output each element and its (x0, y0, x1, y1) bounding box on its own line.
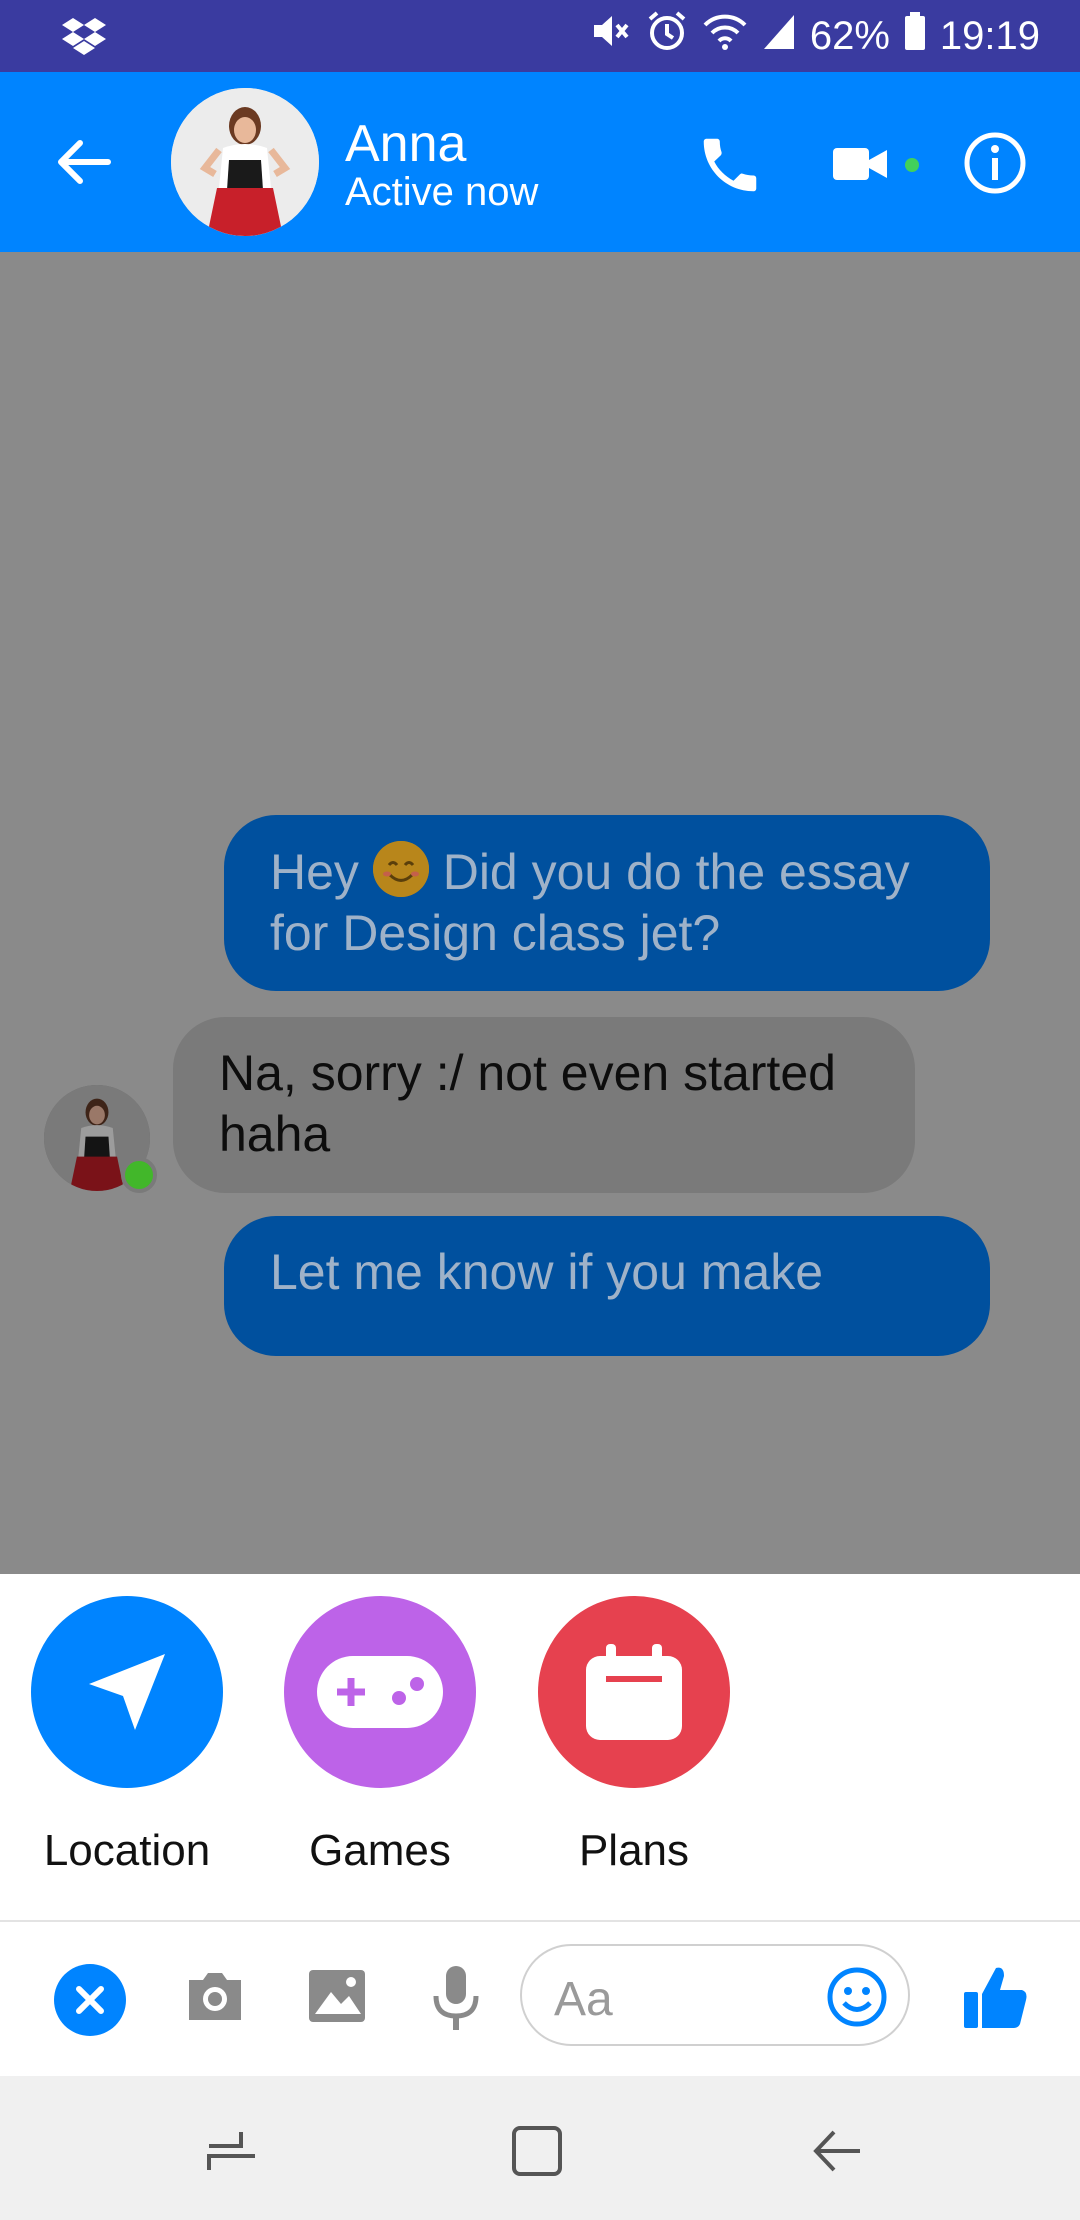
battery-icon (904, 11, 926, 61)
phone-icon[interactable] (695, 130, 765, 200)
smiling-face-emoji (372, 841, 429, 897)
emoji-icon[interactable] (826, 1966, 888, 2028)
message-list[interactable]: Hey Did you do the essay for Design clas… (0, 252, 1080, 1544)
message-bubble-incoming[interactable]: Na, sorry :/ not even started haha (173, 1017, 915, 1193)
close-icon[interactable] (54, 1964, 126, 2036)
clock: 19:19 (939, 13, 1040, 58)
wifi-icon (702, 11, 748, 61)
battery-percent: 62% (809, 13, 890, 58)
signal-icon (762, 11, 796, 61)
microphone-icon[interactable] (430, 1962, 482, 2034)
contact-status: Active now (345, 170, 539, 214)
chat-header: Anna Active now (0, 72, 1080, 252)
back-arrow-icon[interactable] (50, 127, 120, 197)
composer-bar: Aa (0, 1922, 1080, 2076)
navigation-arrow-icon (31, 1596, 223, 1788)
gamepad-icon (284, 1596, 476, 1788)
active-indicator (905, 158, 919, 172)
contact-name[interactable]: Anna (345, 114, 466, 174)
online-status-dot (121, 1157, 157, 1193)
games-button[interactable]: Games (284, 1596, 476, 1876)
system-nav-bar (0, 2076, 1080, 2220)
contact-avatar[interactable] (171, 88, 319, 236)
extensions-sheet: Location Games Plans (0, 1574, 1080, 1920)
location-button[interactable]: Location (31, 1596, 223, 1876)
back-icon[interactable] (810, 2124, 864, 2178)
calendar-icon (538, 1596, 730, 1788)
dropbox-icon (62, 16, 106, 61)
image-icon[interactable] (305, 1964, 369, 2028)
home-icon[interactable] (510, 2124, 564, 2178)
status-bar: 62% 19:19 (0, 0, 1080, 72)
info-icon[interactable] (960, 128, 1030, 198)
thumbs-up-icon[interactable] (960, 1962, 1030, 2032)
message-bubble-outgoing[interactable]: Let me know if you make (224, 1216, 990, 1356)
recents-icon[interactable] (205, 2124, 259, 2178)
message-input-placeholder: Aa (554, 1973, 613, 2026)
alarm-icon (646, 10, 688, 62)
plans-button[interactable]: Plans (538, 1596, 730, 1876)
camera-icon[interactable] (183, 1964, 247, 2028)
mute-icon (590, 11, 632, 61)
message-bubble-outgoing[interactable]: Hey Did you do the essay for Design clas… (224, 815, 990, 991)
